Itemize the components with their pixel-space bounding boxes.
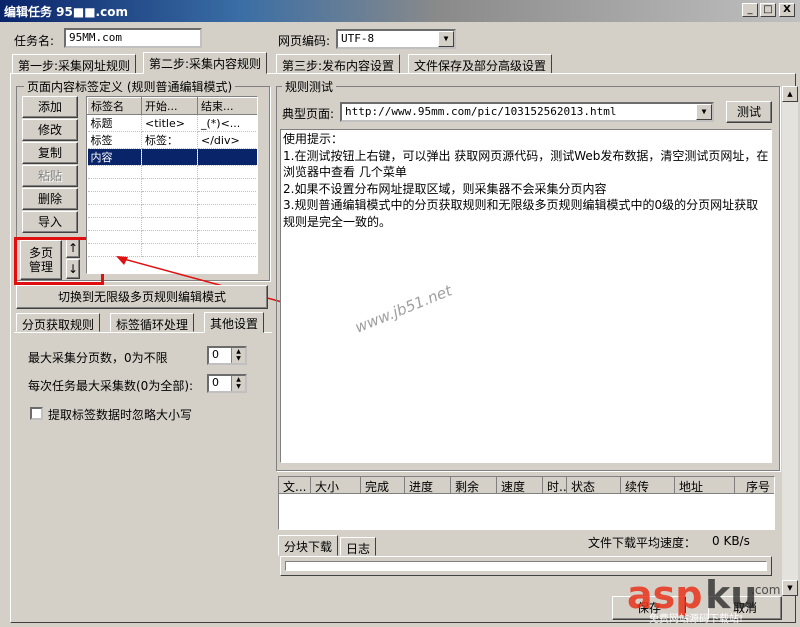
hint-line: 3.规则普通编辑模式中的分页获取规则和无限级多页规则编辑模式中的0级的分页网址获… [283, 198, 759, 212]
typical-page-url: http://www.95mm.com/pic/103152562013.htm… [345, 105, 617, 118]
tag-end-cell: _(*)<... [197, 114, 257, 132]
subtab-paging-rules[interactable]: 分页获取规则 [16, 313, 101, 332]
avg-speed-value: 0 KB/s [712, 534, 750, 548]
title-bar[interactable]: 编辑任务 95■■.com _ □ X [0, 0, 800, 22]
tag-end-cell [197, 148, 257, 166]
tag-table: 标签名 开始... 结束... 标题 <title> _(*)<... 标签 标… [87, 97, 257, 257]
svg-text:asp: asp [627, 573, 702, 617]
column-header[interactable]: 时... [543, 477, 567, 494]
column-header[interactable]: 剩余 [451, 477, 497, 494]
tag-grid[interactable]: 标签名 开始... 结束... 标题 <title> _(*)<... 标签 标… [86, 96, 258, 274]
tag-name-cell: 内容 [87, 148, 142, 166]
tag-definition-group-title: 页面内容标签定义 (规则普通编辑模式) [24, 78, 236, 95]
maximize-button[interactable]: □ [760, 3, 776, 17]
hint-line: 规则是完全一致的。 [283, 214, 392, 229]
ignore-case-checkbox[interactable] [30, 407, 43, 420]
encoding-value: UTF-8 [341, 32, 375, 45]
svg-text:ku: ku [705, 573, 757, 617]
avg-speed-label: 文件下载平均速度： [588, 536, 697, 550]
max-per-task-value: 0 [212, 376, 219, 389]
hint-text: 使用提示： 1.在测试按钮上右键，可以弹出 获取网页源代码，测试Web发布数据，… [283, 131, 769, 230]
tab-chunk-download[interactable]: 分块下载 [278, 535, 339, 556]
hint-line: 使用提示： [283, 132, 344, 146]
svg-text:.com: .com [751, 583, 780, 597]
spin-arrows-icon[interactable]: ▲ ▼ [231, 376, 245, 391]
table-row-selected[interactable]: 内容 [87, 148, 257, 166]
tag-start-cell [141, 148, 198, 166]
delete-button[interactable]: 删除 [22, 188, 78, 210]
column-header[interactable]: 状态 [567, 477, 621, 494]
column-header[interactable]: 速度 [497, 477, 543, 494]
hint-textarea[interactable]: 使用提示： 1.在测试按钮上右键，可以弹出 获取网页源代码，测试Web发布数据，… [280, 129, 772, 463]
tab-url-rules[interactable]: 第一步:采集网址规则 [12, 54, 137, 74]
encoding-select[interactable]: UTF-8 ▼ [336, 29, 456, 49]
edit-task-window: 编辑任务 95■■.com _ □ X 任务名: 95MM.com 网页编码: … [0, 0, 800, 627]
task-name-input[interactable]: 95MM.com [64, 28, 202, 48]
column-header[interactable]: 结束... [197, 97, 257, 115]
ignore-case-label: 提取标签数据时忽略大小写 [48, 408, 193, 422]
hint-line: 1.在测试按钮上右键，可以弹出 获取网页源代码，测试Web发布数据，清空测试页网… [283, 148, 769, 163]
column-header[interactable]: 序号 [735, 477, 774, 494]
test-button[interactable]: 测试 [726, 101, 772, 123]
tab-publish-settings[interactable]: 第三步:发布内容设置 [276, 54, 401, 74]
max-pages-spinner[interactable]: 0 ▲ ▼ [207, 346, 247, 365]
rule-test-group-title: 规则测试 [282, 78, 337, 95]
close-button[interactable]: X [779, 3, 795, 17]
column-header[interactable]: 大小 [311, 477, 361, 494]
tag-end-cell: </div> [197, 131, 257, 149]
table-row[interactable]: 标签 标签： </div> [87, 131, 257, 149]
chevron-down-icon[interactable]: ▼ [696, 104, 712, 120]
tag-name-cell: 标题 [87, 114, 142, 132]
hint-line: 2.如果不设置分布网址提取区域，则采集器不会采集分页内容 [283, 181, 607, 196]
max-per-task-spinner[interactable]: 0 ▲ ▼ [207, 374, 247, 393]
encoding-label: 网页编码: [278, 34, 331, 48]
tag-start-cell: <title> [141, 114, 198, 132]
edit-button[interactable]: 修改 [22, 119, 78, 141]
download-list[interactable]: 文... 大小 完成 进度 剩余 速度 时... 状态 续传 地址 序号 [278, 476, 775, 530]
tab-log[interactable]: 日志 [340, 537, 377, 556]
window-title: 编辑任务 95■■.com [4, 5, 128, 19]
task-name-label: 任务名: [14, 34, 55, 48]
paste-button[interactable]: 粘贴 [22, 165, 78, 187]
tab-file-save-settings[interactable]: 文件保存及部分高级设置 [408, 54, 553, 74]
scroll-up-icon[interactable]: ▲ [782, 86, 798, 102]
column-header[interactable]: 完成 [361, 477, 405, 494]
column-header[interactable]: 地址 [675, 477, 735, 494]
tag-start-cell: 标签： [141, 131, 198, 149]
tag-name-cell: 标签 [87, 131, 142, 149]
column-header[interactable]: 进度 [405, 477, 451, 494]
column-header[interactable]: 文... [279, 477, 311, 494]
subtab-other-settings[interactable]: 其他设置 [204, 312, 265, 333]
max-pages-value: 0 [212, 348, 219, 361]
vertical-scrollbar[interactable]: ▲ ▼ [782, 86, 798, 596]
copy-button[interactable]: 复制 [22, 142, 78, 164]
svg-text:免费网站源码下载站!: 免费网站源码下载站! [649, 612, 743, 625]
hint-line: 浏览器中查看 几个菜单 [283, 165, 407, 179]
aspku-logo: asp ku .com 免费网站源码下载站! [627, 573, 780, 625]
spin-arrows-icon[interactable]: ▲ ▼ [231, 348, 245, 363]
column-header[interactable]: 续传 [621, 477, 675, 494]
typical-page-label: 典型页面: [282, 107, 335, 121]
column-header[interactable]: 标签名 [87, 97, 142, 115]
tab-content-rules[interactable]: 第二步:采集内容规则 [143, 52, 268, 74]
max-pages-label: 最大采集分页数，0为不限 [28, 351, 168, 365]
column-header[interactable]: 开始... [141, 97, 198, 115]
import-button[interactable]: 导入 [22, 211, 78, 233]
subtab-tag-loop[interactable]: 标签循环处理 [110, 313, 195, 332]
chevron-down-icon[interactable]: ▼ [438, 31, 454, 47]
switch-unlimited-mode-button[interactable]: 切换到无限级多页规则编辑模式 [16, 285, 268, 309]
max-per-task-label: 每次任务最大采集数(0为全部): [28, 379, 194, 393]
minimize-button[interactable]: _ [742, 3, 758, 17]
typical-page-url-select[interactable]: http://www.95mm.com/pic/103152562013.htm… [340, 102, 714, 122]
table-row[interactable]: 标题 <title> _(*)<... [87, 114, 257, 132]
add-button[interactable]: 添加 [22, 96, 78, 118]
